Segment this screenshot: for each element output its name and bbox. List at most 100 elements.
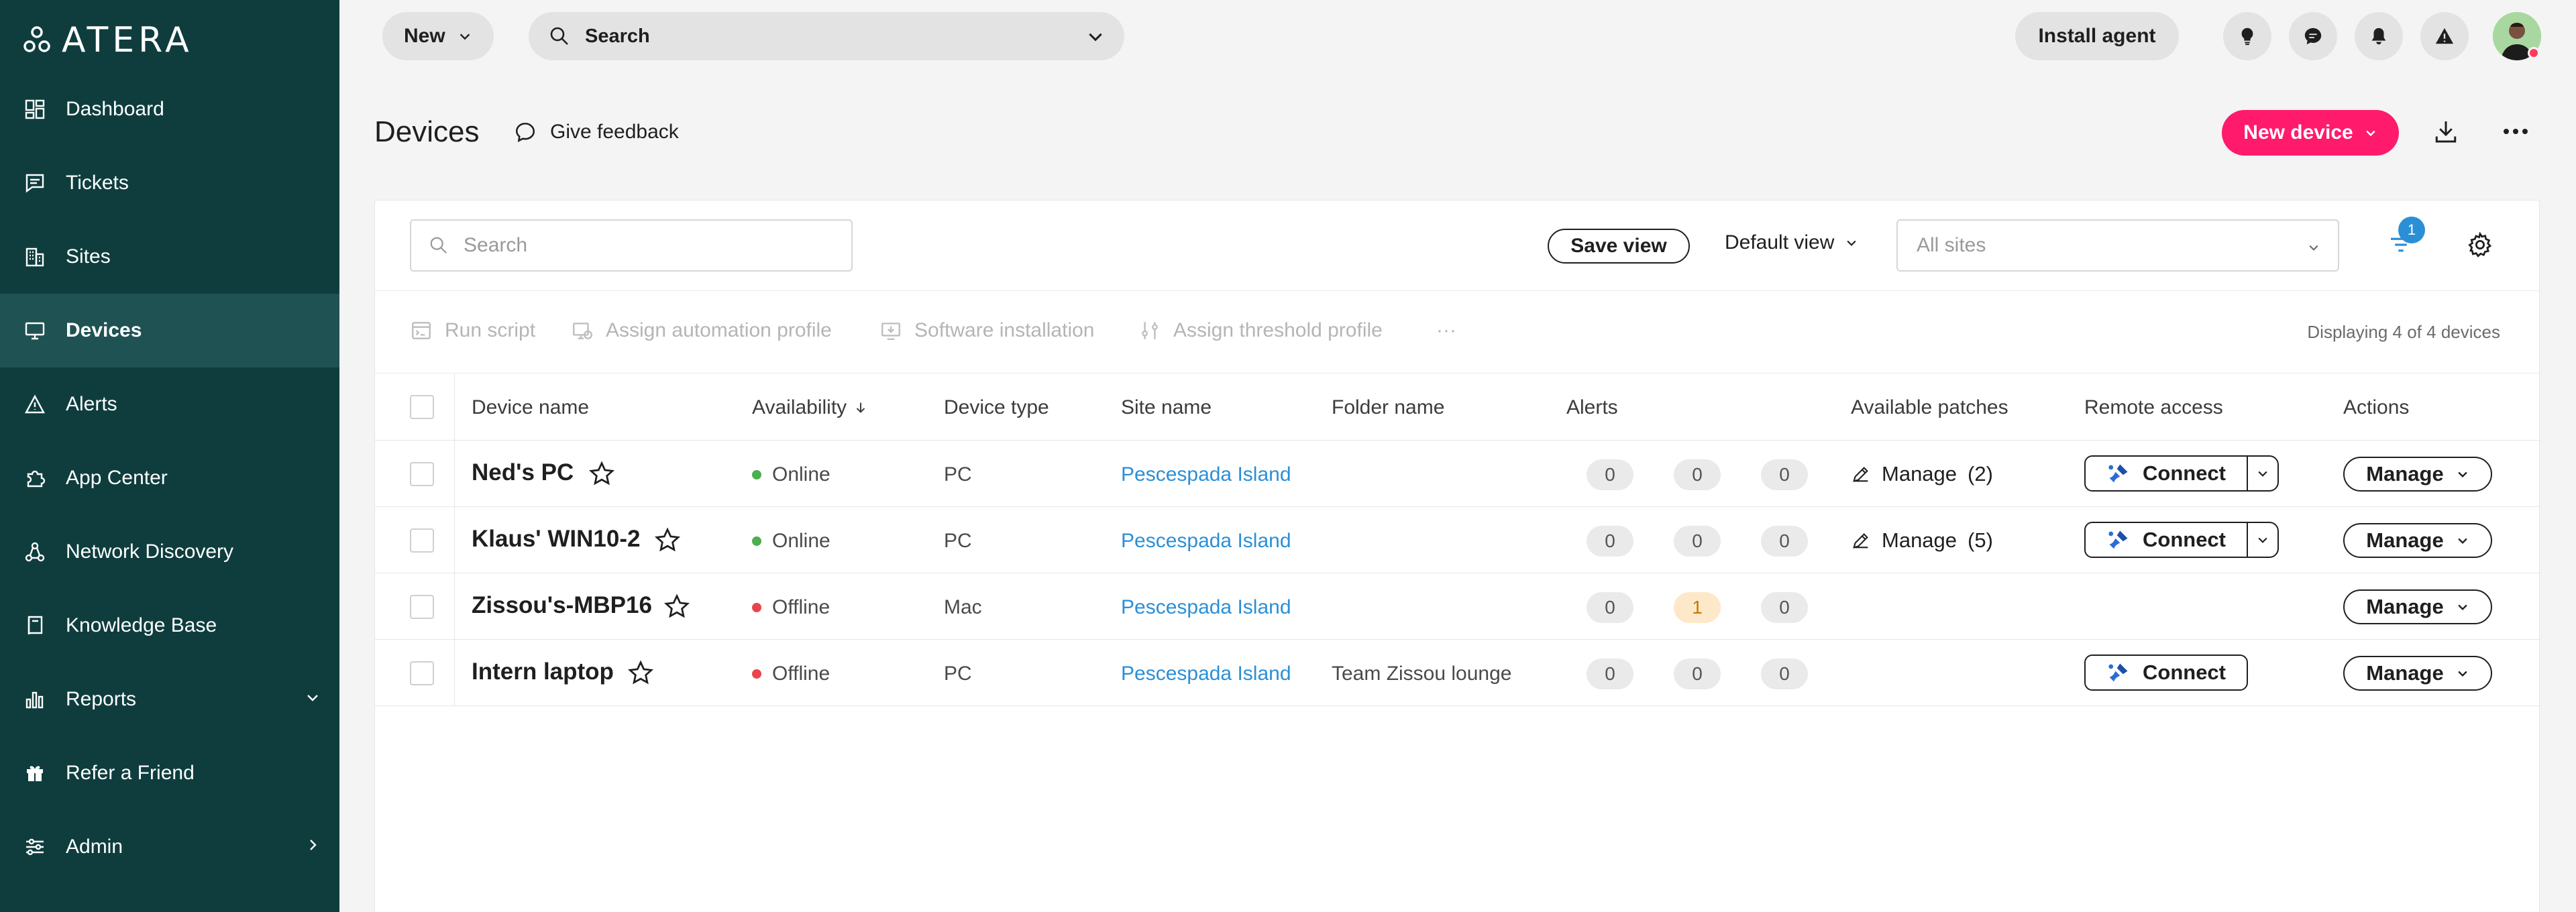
status-dot bbox=[752, 603, 761, 612]
device-search[interactable] bbox=[410, 219, 853, 272]
row-checkbox[interactable] bbox=[410, 462, 434, 486]
manage-button[interactable]: Manage bbox=[2343, 656, 2492, 691]
assign-automation-action[interactable]: Assign automation profile bbox=[571, 319, 832, 342]
tips-button[interactable] bbox=[2223, 12, 2271, 60]
software-installation-action[interactable]: Software installation bbox=[879, 319, 1094, 342]
default-view-dropdown[interactable]: Default view bbox=[1725, 231, 1858, 254]
site-link[interactable]: Pescespada Island bbox=[1121, 663, 1291, 685]
connect-button[interactable]: Connect bbox=[2084, 455, 2248, 492]
header-folder-name[interactable]: Folder name bbox=[1332, 396, 1444, 419]
chevron-down-icon bbox=[2309, 245, 2318, 251]
manage-button[interactable]: Manage bbox=[2343, 523, 2492, 558]
device-name[interactable]: Klaus' WIN10-2 bbox=[472, 526, 640, 553]
star-icon[interactable] bbox=[627, 660, 654, 687]
notifications-button[interactable] bbox=[2355, 12, 2403, 60]
alert-count-warning[interactable]: 1 bbox=[1674, 592, 1721, 623]
threshold-sliders-icon bbox=[1142, 322, 1158, 339]
more-options-button[interactable] bbox=[2501, 118, 2530, 145]
site-link[interactable]: Pescespada Island bbox=[1121, 596, 1291, 619]
star-icon[interactable] bbox=[588, 461, 615, 488]
sidebar-item-refer-a-friend[interactable]: Refer a Friend bbox=[0, 736, 339, 810]
table-row[interactable]: Klaus' WIN10-2 Online PC Pescespada Isla… bbox=[375, 507, 2540, 573]
row-checkbox[interactable] bbox=[410, 528, 434, 553]
manage-button[interactable]: Manage bbox=[2343, 589, 2492, 624]
table-row[interactable]: Zissou's-MBP16 Offline Mac Pescespada Is… bbox=[375, 573, 2540, 640]
alert-count-info[interactable]: 0 bbox=[1761, 526, 1808, 557]
header-available-patches[interactable]: Available patches bbox=[1851, 396, 2008, 419]
assign-threshold-action[interactable]: Assign threshold profile bbox=[1138, 319, 1383, 342]
alert-count-critical[interactable]: 0 bbox=[1587, 659, 1633, 689]
header-device-type[interactable]: Device type bbox=[944, 396, 1049, 419]
table-row[interactable]: Intern laptop Offline PC Pescespada Isla… bbox=[375, 640, 2540, 706]
sidebar-item-app-center[interactable]: App Center bbox=[0, 441, 339, 515]
device-name[interactable]: Intern laptop bbox=[472, 659, 614, 685]
install-agent-button[interactable]: Install agent bbox=[2015, 12, 2179, 60]
new-menu-button[interactable]: New bbox=[382, 12, 494, 60]
table-row[interactable]: Ned's PC Online PC Pescespada Island 0 0… bbox=[375, 441, 2540, 507]
sidebar-item-reports[interactable]: Reports bbox=[0, 663, 339, 736]
star-icon[interactable] bbox=[654, 527, 681, 554]
puzzle-icon bbox=[27, 470, 46, 488]
alert-count-info[interactable]: 0 bbox=[1761, 459, 1808, 490]
sidebar-item-sites[interactable]: Sites bbox=[0, 220, 339, 294]
alert-count-warning[interactable]: 0 bbox=[1674, 526, 1721, 557]
chat-button[interactable] bbox=[2289, 12, 2337, 60]
save-view-button[interactable]: Save view bbox=[1548, 229, 1690, 264]
connect-button[interactable]: Connect bbox=[2084, 522, 2248, 558]
more-actions-button[interactable]: ··· bbox=[1436, 319, 1456, 342]
run-script-action[interactable]: Run script bbox=[410, 319, 535, 342]
header-device-name[interactable]: Device name bbox=[472, 396, 589, 419]
header-site-name[interactable]: Site name bbox=[1121, 396, 1212, 419]
connect-button[interactable]: Connect bbox=[2084, 654, 2248, 691]
sites-select[interactable]: All sites bbox=[1896, 219, 2339, 272]
row-checkbox[interactable] bbox=[410, 661, 434, 685]
device-name[interactable]: Zissou's-MBP16 bbox=[472, 592, 652, 619]
alert-count-critical[interactable]: 0 bbox=[1587, 526, 1633, 557]
alert-count-warning[interactable]: 0 bbox=[1674, 459, 1721, 490]
table-settings-button[interactable] bbox=[2467, 231, 2493, 258]
manage-patches-link[interactable]: Manage (2) bbox=[1851, 462, 1993, 486]
chevron-down-icon bbox=[2458, 538, 2467, 544]
manage-button[interactable]: Manage bbox=[2343, 457, 2492, 492]
sidebar-item-devices[interactable]: Devices bbox=[0, 294, 339, 367]
select-all-checkbox[interactable] bbox=[410, 395, 434, 419]
alerts-button[interactable] bbox=[2420, 12, 2469, 60]
alert-count-info[interactable]: 0 bbox=[1761, 592, 1808, 623]
save-view-label: Save view bbox=[1570, 235, 1667, 257]
site-link[interactable]: Pescespada Island bbox=[1121, 463, 1291, 486]
alert-count-critical[interactable]: 0 bbox=[1587, 592, 1633, 623]
sidebar-item-network-discovery[interactable]: Network Discovery bbox=[0, 515, 339, 589]
star-icon[interactable] bbox=[663, 593, 690, 620]
sites-select-placeholder: All sites bbox=[1917, 234, 1986, 256]
device-name[interactable]: Ned's PC bbox=[472, 459, 574, 486]
connect-options-button[interactable] bbox=[2247, 455, 2279, 492]
alert-count-critical[interactable]: 0 bbox=[1587, 459, 1633, 490]
alert-count-info[interactable]: 0 bbox=[1761, 659, 1808, 689]
alert-count-warning[interactable]: 0 bbox=[1674, 659, 1721, 689]
header-alerts[interactable]: Alerts bbox=[1566, 396, 1618, 419]
download-button[interactable] bbox=[2432, 118, 2459, 145]
atera-logo[interactable]: ATERA bbox=[23, 20, 193, 60]
header-actions: Actions bbox=[2343, 396, 2410, 418]
give-feedback-link[interactable]: Give feedback bbox=[514, 121, 679, 144]
chevron-down-icon bbox=[2365, 130, 2375, 137]
sidebar-item-tickets[interactable]: Tickets bbox=[0, 146, 339, 220]
new-button-label: New bbox=[404, 25, 445, 47]
global-search[interactable]: Search bbox=[529, 12, 1124, 60]
header-availability[interactable]: Availability bbox=[752, 396, 868, 419]
row-checkbox[interactable] bbox=[410, 595, 434, 619]
manage-patches-link[interactable]: Manage (5) bbox=[1851, 528, 1993, 553]
sidebar-item-knowledge-base[interactable]: Knowledge Base bbox=[0, 589, 339, 663]
availability-cell: Offline bbox=[752, 663, 830, 685]
sidebar-item-admin[interactable]: Admin bbox=[0, 810, 339, 884]
device-search-input[interactable] bbox=[464, 234, 839, 257]
atera-logo-icon bbox=[23, 26, 50, 52]
availability-label: Online bbox=[772, 530, 830, 552]
sidebar-item-dashboard[interactable]: Dashboard bbox=[0, 72, 339, 146]
site-link[interactable]: Pescespada Island bbox=[1121, 530, 1291, 553]
sidebar-item-alerts[interactable]: Alerts bbox=[0, 367, 339, 441]
connect-options-button[interactable] bbox=[2247, 522, 2279, 558]
folder-name: Team Zissou lounge bbox=[1332, 663, 1512, 685]
header-remote-access[interactable]: Remote access bbox=[2084, 396, 2223, 419]
new-device-button[interactable]: New device bbox=[2222, 110, 2399, 156]
